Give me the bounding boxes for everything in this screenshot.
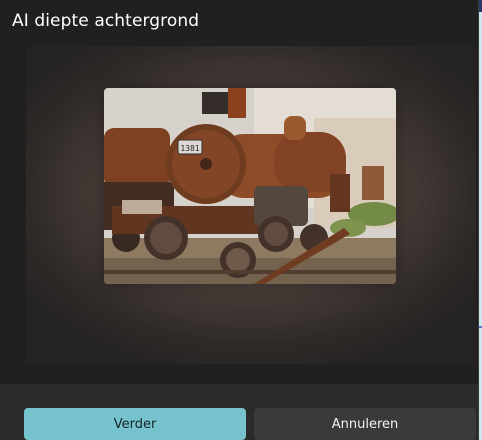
dialog-titlebar: AI diepte achtergrond — [0, 0, 478, 44]
cancel-button[interactable]: Annuleren — [254, 408, 476, 440]
preview-photo: 1381 — [104, 88, 396, 284]
locomotive-photo-image: 1381 — [104, 88, 396, 284]
dialog-title: AI diepte achtergrond — [12, 11, 200, 31]
dialog-footer: Verder Annuleren — [0, 384, 478, 440]
continue-button[interactable]: Verder — [24, 408, 246, 440]
ai-depth-background-dialog: AI diepte achtergrond 1381 Verder Annule… — [0, 0, 479, 440]
depth-preview-area: 1381 — [26, 46, 476, 364]
